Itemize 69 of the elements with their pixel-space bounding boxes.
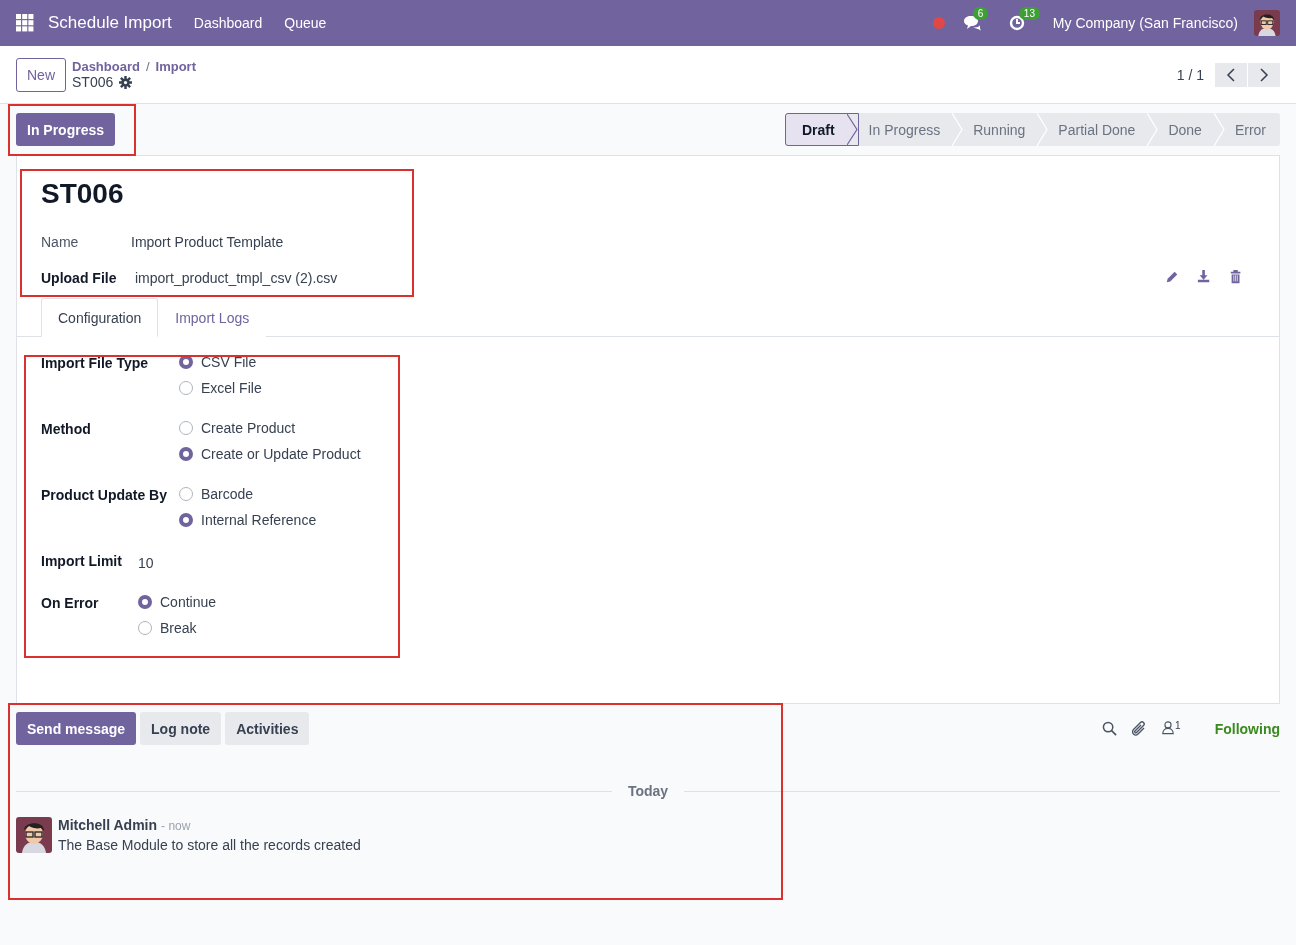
search-icon[interactable] <box>1102 721 1118 736</box>
new-button[interactable]: New <box>16 57 66 92</box>
field-value: import_product_tmpl_csv (2).csv <box>135 270 338 286</box>
status-stage[interactable]: In Progress <box>858 113 964 146</box>
record-title: ST006 <box>41 178 125 210</box>
field-label: On Error <box>41 594 100 613</box>
chatter-button[interactable]: Send message <box>16 712 137 745</box>
pager-text: 1 / 1 <box>1176 66 1204 83</box>
breadcrumb-link[interactable]: Import <box>155 59 196 74</box>
radio-option[interactable]: CSV File <box>179 353 262 371</box>
chatter-button[interactable]: Activities <box>225 712 310 745</box>
radio-option[interactable]: Create Product <box>179 419 361 437</box>
status-stage[interactable]: Partial Done <box>1048 113 1159 146</box>
radio-option[interactable]: Break <box>138 619 217 637</box>
company-name[interactable]: My Company (San Francisco) <box>1052 15 1238 31</box>
avatar <box>16 817 52 853</box>
menu-item[interactable]: Queue <box>284 15 327 31</box>
status-stage[interactable]: Done <box>1158 113 1225 146</box>
message-author: Mitchell Admin <box>58 817 158 833</box>
chevron-icon <box>1037 113 1049 146</box>
status-stage[interactable]: Error <box>1224 113 1280 146</box>
following-button[interactable]: Following <box>1214 720 1280 737</box>
apps-menu-icon[interactable] <box>16 14 34 32</box>
pencil-icon[interactable] <box>1165 270 1179 284</box>
chevron-right-icon <box>1259 67 1269 82</box>
chatter-button[interactable]: Log note <box>140 712 222 745</box>
chevron-icon <box>1147 113 1159 146</box>
breadcrumb-link[interactable]: Dashboard <box>72 59 140 74</box>
count-badge: 13 <box>1018 7 1040 20</box>
field-value: Import Product Template <box>131 234 284 250</box>
download-icon[interactable] <box>1197 270 1211 284</box>
message-time: - now <box>161 819 191 833</box>
chevron-icon <box>1213 113 1225 146</box>
record-name: ST006 <box>72 74 114 90</box>
tab[interactable]: Configuration <box>41 298 159 337</box>
field-label: Import File Type <box>41 354 150 373</box>
radio-option[interactable]: Create or Update Product <box>179 445 361 463</box>
app-title: Schedule Import <box>48 13 172 33</box>
menu-item[interactable]: Dashboard <box>193 15 263 31</box>
previous-button[interactable] <box>1215 62 1247 87</box>
clock-icon[interactable] <box>1008 15 1025 31</box>
person-icon[interactable] <box>1161 719 1176 735</box>
trash-icon[interactable] <box>1229 270 1243 284</box>
chevron-left-icon <box>1226 67 1236 82</box>
count-badge: 6 <box>972 7 989 20</box>
date-separator: Today <box>626 783 670 799</box>
radio-option[interactable]: Continue <box>138 593 217 611</box>
status-stage[interactable]: Draft <box>784 113 859 146</box>
radio-option[interactable]: Internal Reference <box>179 511 317 529</box>
follower-count: 1 <box>1175 719 1181 731</box>
avatar <box>1254 10 1280 36</box>
radio-option[interactable]: Excel File <box>179 379 262 397</box>
chat-icon[interactable] <box>962 15 981 31</box>
field-value: 10 <box>138 554 154 571</box>
field-label: Import Limit <box>41 552 123 571</box>
paperclip-icon[interactable] <box>1131 720 1148 737</box>
field-label: Name <box>41 234 80 250</box>
status-dot <box>932 17 945 29</box>
chevron-icon <box>952 113 964 146</box>
field-label: Product Update By <box>41 486 168 505</box>
next-button[interactable] <box>1248 62 1280 87</box>
settings-icon[interactable] <box>119 75 133 89</box>
radio-option[interactable]: Barcode <box>179 485 317 503</box>
action-button[interactable]: In Progress <box>16 113 116 146</box>
field-label: Upload File <box>41 270 118 286</box>
field-label: Method <box>41 420 92 439</box>
breadcrumb-separator: / <box>145 59 150 74</box>
message-body: The Base Module to store all the records created <box>58 837 361 853</box>
status-stage[interactable]: Running <box>963 113 1049 146</box>
